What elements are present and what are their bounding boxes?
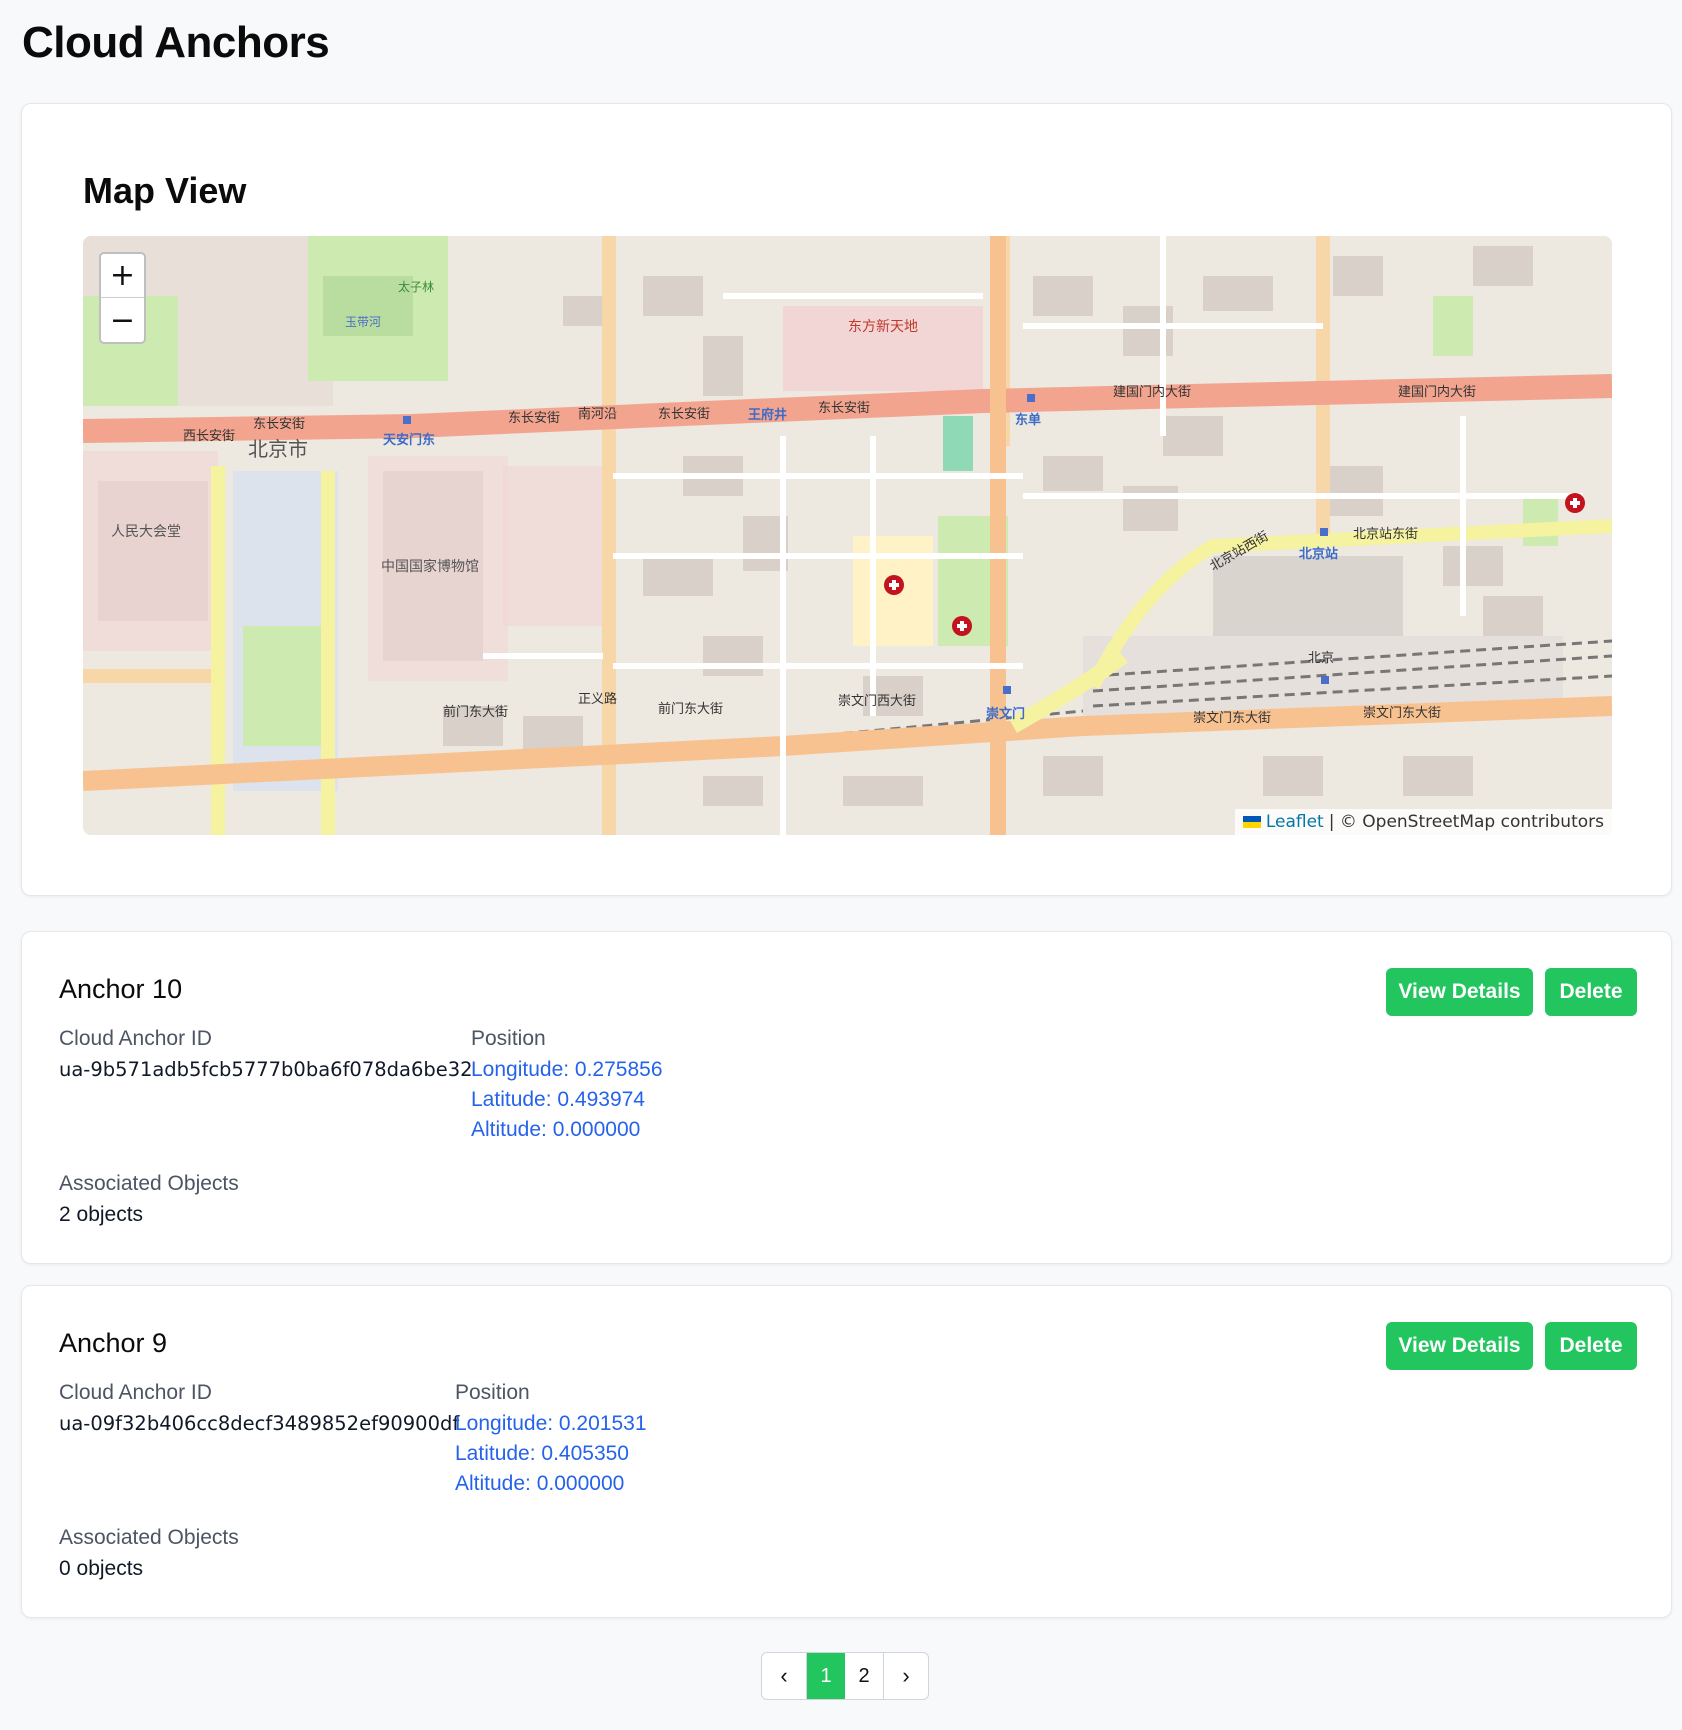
- map-label: 天安门东: [383, 432, 435, 448]
- map-label: 北京站东街: [1353, 527, 1418, 542]
- map-card: Map View 东长安街 西长安街 东长安街 东长安街 东长安街 南河沿 建国…: [21, 103, 1672, 896]
- map-label: 建国门内大街: [1113, 384, 1191, 400]
- map-label: 崇文门东大街: [1193, 711, 1271, 726]
- leaflet-link[interactable]: Leaflet: [1266, 812, 1324, 832]
- associated-objects-label: Associated Objects: [59, 1172, 239, 1195]
- view-details-button[interactable]: View Details: [1386, 968, 1533, 1016]
- cloud-anchor-id-label: Cloud Anchor ID: [59, 1381, 212, 1404]
- latitude-value: Latitude: 0.493974: [471, 1088, 645, 1111]
- anchor-card: Anchor 9 View Details Delete Cloud Ancho…: [21, 1285, 1672, 1618]
- delete-button[interactable]: Delete: [1545, 968, 1637, 1016]
- map-label: 南河沿: [578, 406, 617, 422]
- map-label: 东单: [1015, 412, 1041, 428]
- position-label: Position: [455, 1381, 530, 1404]
- map-label: 崇文门东大街: [1363, 706, 1441, 721]
- anchor-name: Anchor 9: [59, 1328, 168, 1358]
- map-label: 北京站: [1299, 546, 1338, 562]
- map-label: 前门东大街: [443, 704, 508, 720]
- altitude-value: Altitude: 0.000000: [471, 1118, 641, 1141]
- map-label: 中国国家博物馆: [381, 558, 479, 575]
- chevron-right-icon[interactable]: ›: [883, 1653, 928, 1699]
- map-label: 前门东大街: [658, 701, 723, 717]
- anchor-name: Anchor 10: [59, 974, 183, 1004]
- map-label: 东长安街: [508, 411, 560, 426]
- associated-objects-label: Associated Objects: [59, 1526, 239, 1549]
- page-1-button[interactable]: 1: [807, 1653, 845, 1699]
- map-label: 西长安街: [183, 429, 235, 444]
- zoom-in-button[interactable]: +: [101, 254, 144, 298]
- map-container[interactable]: 东长安街 西长安街 东长安街 东长安街 东长安街 南河沿 建国门内大街 建国门内…: [83, 236, 1612, 835]
- map-label: 东长安街: [658, 407, 710, 422]
- map-label: 崇文门西大街: [838, 694, 916, 709]
- view-details-button[interactable]: View Details: [1386, 1322, 1533, 1370]
- map-label: 东长安街: [253, 417, 305, 432]
- map-label: 北京: [1308, 651, 1334, 666]
- longitude-value: Longitude: 0.201531: [455, 1412, 647, 1435]
- zoom-control: + −: [99, 252, 146, 344]
- associated-objects-value: 2 objects: [59, 1203, 144, 1226]
- map-label: 玉带河: [345, 315, 381, 329]
- cloud-anchor-id-label: Cloud Anchor ID: [59, 1027, 212, 1050]
- pagination: ‹ 1 2 ›: [761, 1652, 929, 1700]
- delete-button[interactable]: Delete: [1545, 1322, 1637, 1370]
- map-label: 正义路: [578, 691, 617, 707]
- attribution-text: | © OpenStreetMap contributors: [1328, 812, 1604, 832]
- map-tiles[interactable]: 东长安街 西长安街 东长安街 东长安街 东长安街 南河沿 建国门内大街 建国门内…: [83, 236, 1612, 835]
- longitude-value: Longitude: 0.275856: [471, 1058, 663, 1081]
- map-attribution: Leaflet | © OpenStreetMap contributors: [1234, 809, 1612, 835]
- page-2-button[interactable]: 2: [845, 1653, 883, 1699]
- map-label: 东长安街: [818, 401, 870, 416]
- cloud-anchor-id-value: ua-09f32b406cc8decf3489852ef90900df: [59, 1412, 460, 1435]
- chevron-left-icon[interactable]: ‹: [762, 1653, 807, 1699]
- latitude-value: Latitude: 0.405350: [455, 1442, 629, 1465]
- zoom-out-button[interactable]: −: [101, 298, 144, 342]
- map-label: 人民大会堂: [111, 524, 181, 540]
- map-label: 建国门内大街: [1398, 384, 1476, 400]
- position-label: Position: [471, 1027, 546, 1050]
- anchor-card: Anchor 10 View Details Delete Cloud Anch…: [21, 931, 1672, 1264]
- map-label: 东方新天地: [848, 319, 918, 335]
- map-label: 太子林: [398, 279, 434, 294]
- page-title: Cloud Anchors: [22, 18, 330, 67]
- map-title: Map View: [83, 170, 247, 211]
- map-label: 北京市: [248, 437, 308, 461]
- associated-objects-value: 0 objects: [59, 1557, 144, 1580]
- map-label: 崇文门: [986, 706, 1025, 722]
- map-label: 王府井: [748, 407, 787, 423]
- altitude-value: Altitude: 0.000000: [455, 1472, 625, 1495]
- cloud-anchor-id-value: ua-9b571adb5fcb5777b0ba6f078da6be32: [59, 1058, 473, 1081]
- ukraine-flag-icon: [1242, 816, 1261, 828]
